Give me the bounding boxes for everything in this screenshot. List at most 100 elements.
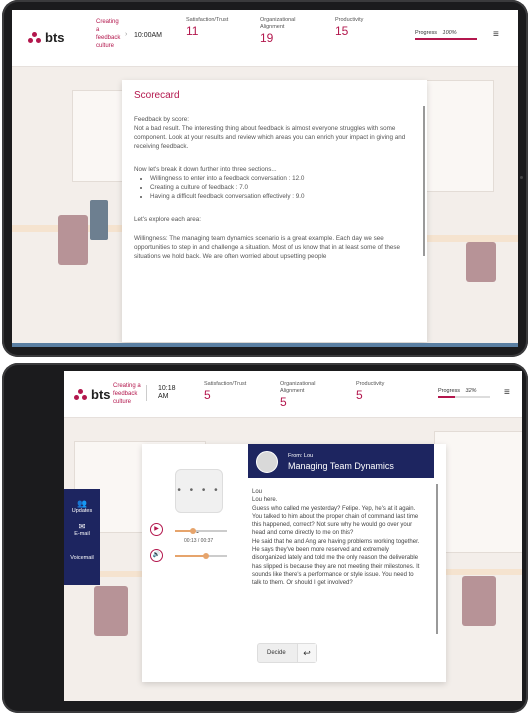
breadcrumb-line: Creating a [113,383,141,389]
breadcrumb-line: Creating [96,19,119,25]
sidebar-item-email[interactable]: ✉ E-mail [64,518,100,541]
score-list: Willingness to enter into a feedback con… [134,174,415,201]
background-window [434,431,522,553]
background-chair [462,576,496,626]
background-desk [436,569,522,575]
progress-fill [438,396,455,398]
breadcrumb[interactable]: Creating a feedback culture [113,382,141,406]
sidebar-item-voicemail[interactable]: Voicemail [64,551,100,565]
clock-time: 10:00AM [134,32,163,39]
progress-indicator: Progress 32% [438,388,490,398]
breadcrumb-line: feedback [113,391,138,397]
playback-slider[interactable] [175,528,227,534]
scorecard-paragraph: Let's explore each area: [134,216,202,223]
breadcrumb[interactable]: Creating a feedback culture [96,18,120,50]
envelope-icon: ✉ [78,522,86,531]
logo-dots-icon [28,31,42,44]
metric-value: 11 [186,24,199,38]
sidebar-label: E-mail [74,531,90,537]
scrollbar[interactable] [423,106,425,256]
people-icon: 👥 [77,499,87,508]
score-item: Creating a culture of feedback : 7.0 [150,183,415,192]
bts-logo: bts [74,387,111,402]
progress-fill [415,38,477,40]
tablet-frame-bottom: bts Creating a feedback culture 10:18 AM… [2,363,528,713]
volume-slider[interactable] [175,553,227,559]
scorecard-title: Scorecard [134,90,180,101]
sidebar-label: Updates [71,508,93,514]
score-item: Willingness to enter into a feedback con… [150,174,415,183]
screen-scorecard: bts Creating a feedback culture › 10:00A… [12,10,518,347]
progress-indicator: Progress 100% [415,30,477,40]
sidebar-item-updates[interactable]: 👥 Updates [64,495,100,518]
metric-label: Organizational Alignment [280,381,316,394]
scorecard-paragraph: Now let's break it down further into thr… [134,166,277,173]
background-desk [422,235,518,242]
breadcrumb-line: culture [96,43,115,49]
message-body: Lou Lou here. Guess who called me yester… [252,488,424,610]
metric-value: 15 [335,24,349,38]
message-from: From: Lou [288,453,314,459]
volume-fill [175,555,207,557]
caller-avatar-placeholder: • • • • • [175,469,223,538]
breadcrumb-line: feedback [96,35,121,41]
message-line: Lou [252,489,263,495]
breadcrumb-line: culture [113,399,132,405]
progress-value: 100% [442,30,457,36]
metric-label: Satisfaction/Trust [186,17,229,23]
scorecard-paragraph: Not a bad result. The interesting thing … [134,125,406,150]
bts-logo: bts [28,30,65,45]
decide-label: Decide [267,650,286,656]
sidebar-label: Voicemail [70,555,94,561]
breadcrumb-line: a [96,27,100,33]
top-bar: bts Creating a feedback culture › 10:00A… [12,10,518,67]
metric-label: Productivity [335,17,364,23]
metric-value: 5 [204,388,211,402]
metric-label: Organizational Alignment [260,17,296,30]
voicemail-dialog: • • • • • ▶ 00:13 / 00:37 🔊 From: Lou Ma… [142,444,446,682]
scorecard-paragraph: Willingness: The managing team dynamics … [134,235,401,260]
metric-value: 19 [260,31,274,45]
return-arrow-icon: ↩ [297,644,316,662]
camera-dot [520,176,523,179]
screen-voicemail: bts Creating a feedback culture 10:18 AM… [64,371,522,701]
hamburger-menu-icon[interactable]: ≡ [493,29,499,40]
progress-value: 32% [465,388,477,394]
volume-button[interactable]: 🔊 [150,549,163,562]
background-chair [94,586,128,636]
metric-label: Satisfaction/Trust [204,381,247,387]
hamburger-menu-icon[interactable]: ≡ [504,387,510,398]
metric-value: 5 [280,395,287,409]
metric-productivity: Productivity 5 [356,381,416,402]
decide-button[interactable]: Decide ↩ [257,643,317,663]
time-suffix: AM [158,393,169,400]
brand-name: bts [91,387,111,402]
score-item: Having a difficult feedback conversation… [150,192,415,201]
logo-dots-icon [74,388,88,401]
footer-strip [12,343,518,347]
volume-knob[interactable] [203,553,210,559]
clock-time: 10:18 AM [158,385,176,401]
playback-time: 00:13 / 00:37 [184,538,214,544]
metric-alignment: Organizational Alignment 19 [260,17,320,45]
chevron-right-icon: › [125,31,128,38]
play-button[interactable]: ▶ [150,523,163,536]
message-line: He said that he and Ang are having probl… [252,538,420,587]
brand-name: bts [45,30,65,45]
metric-label: Productivity [356,381,385,387]
metric-satisfaction: Satisfaction/Trust 5 [204,381,274,402]
metric-value: 5 [356,388,363,402]
progress-label: Progress [415,30,438,36]
metric-productivity: Productivity 15 [335,17,395,38]
background-chair [466,242,496,282]
sender-avatar [256,451,278,473]
metric-alignment: Organizational Alignment 5 [280,381,340,409]
scorecard-panel: Scorecard Feedback by score: Not a bad r… [122,80,427,342]
message-subject: Managing Team Dynamics [288,461,394,471]
top-bar: bts Creating a feedback culture 10:18 AM… [64,371,522,418]
scrollbar[interactable] [436,484,438,634]
divider [146,385,147,401]
tools-sidebar: 👥 Updates ✉ E-mail Voicemail [64,489,100,585]
tablet-frame-top: bts Creating a feedback culture › 10:00A… [2,0,528,357]
time-value: 10:18 [158,385,176,392]
